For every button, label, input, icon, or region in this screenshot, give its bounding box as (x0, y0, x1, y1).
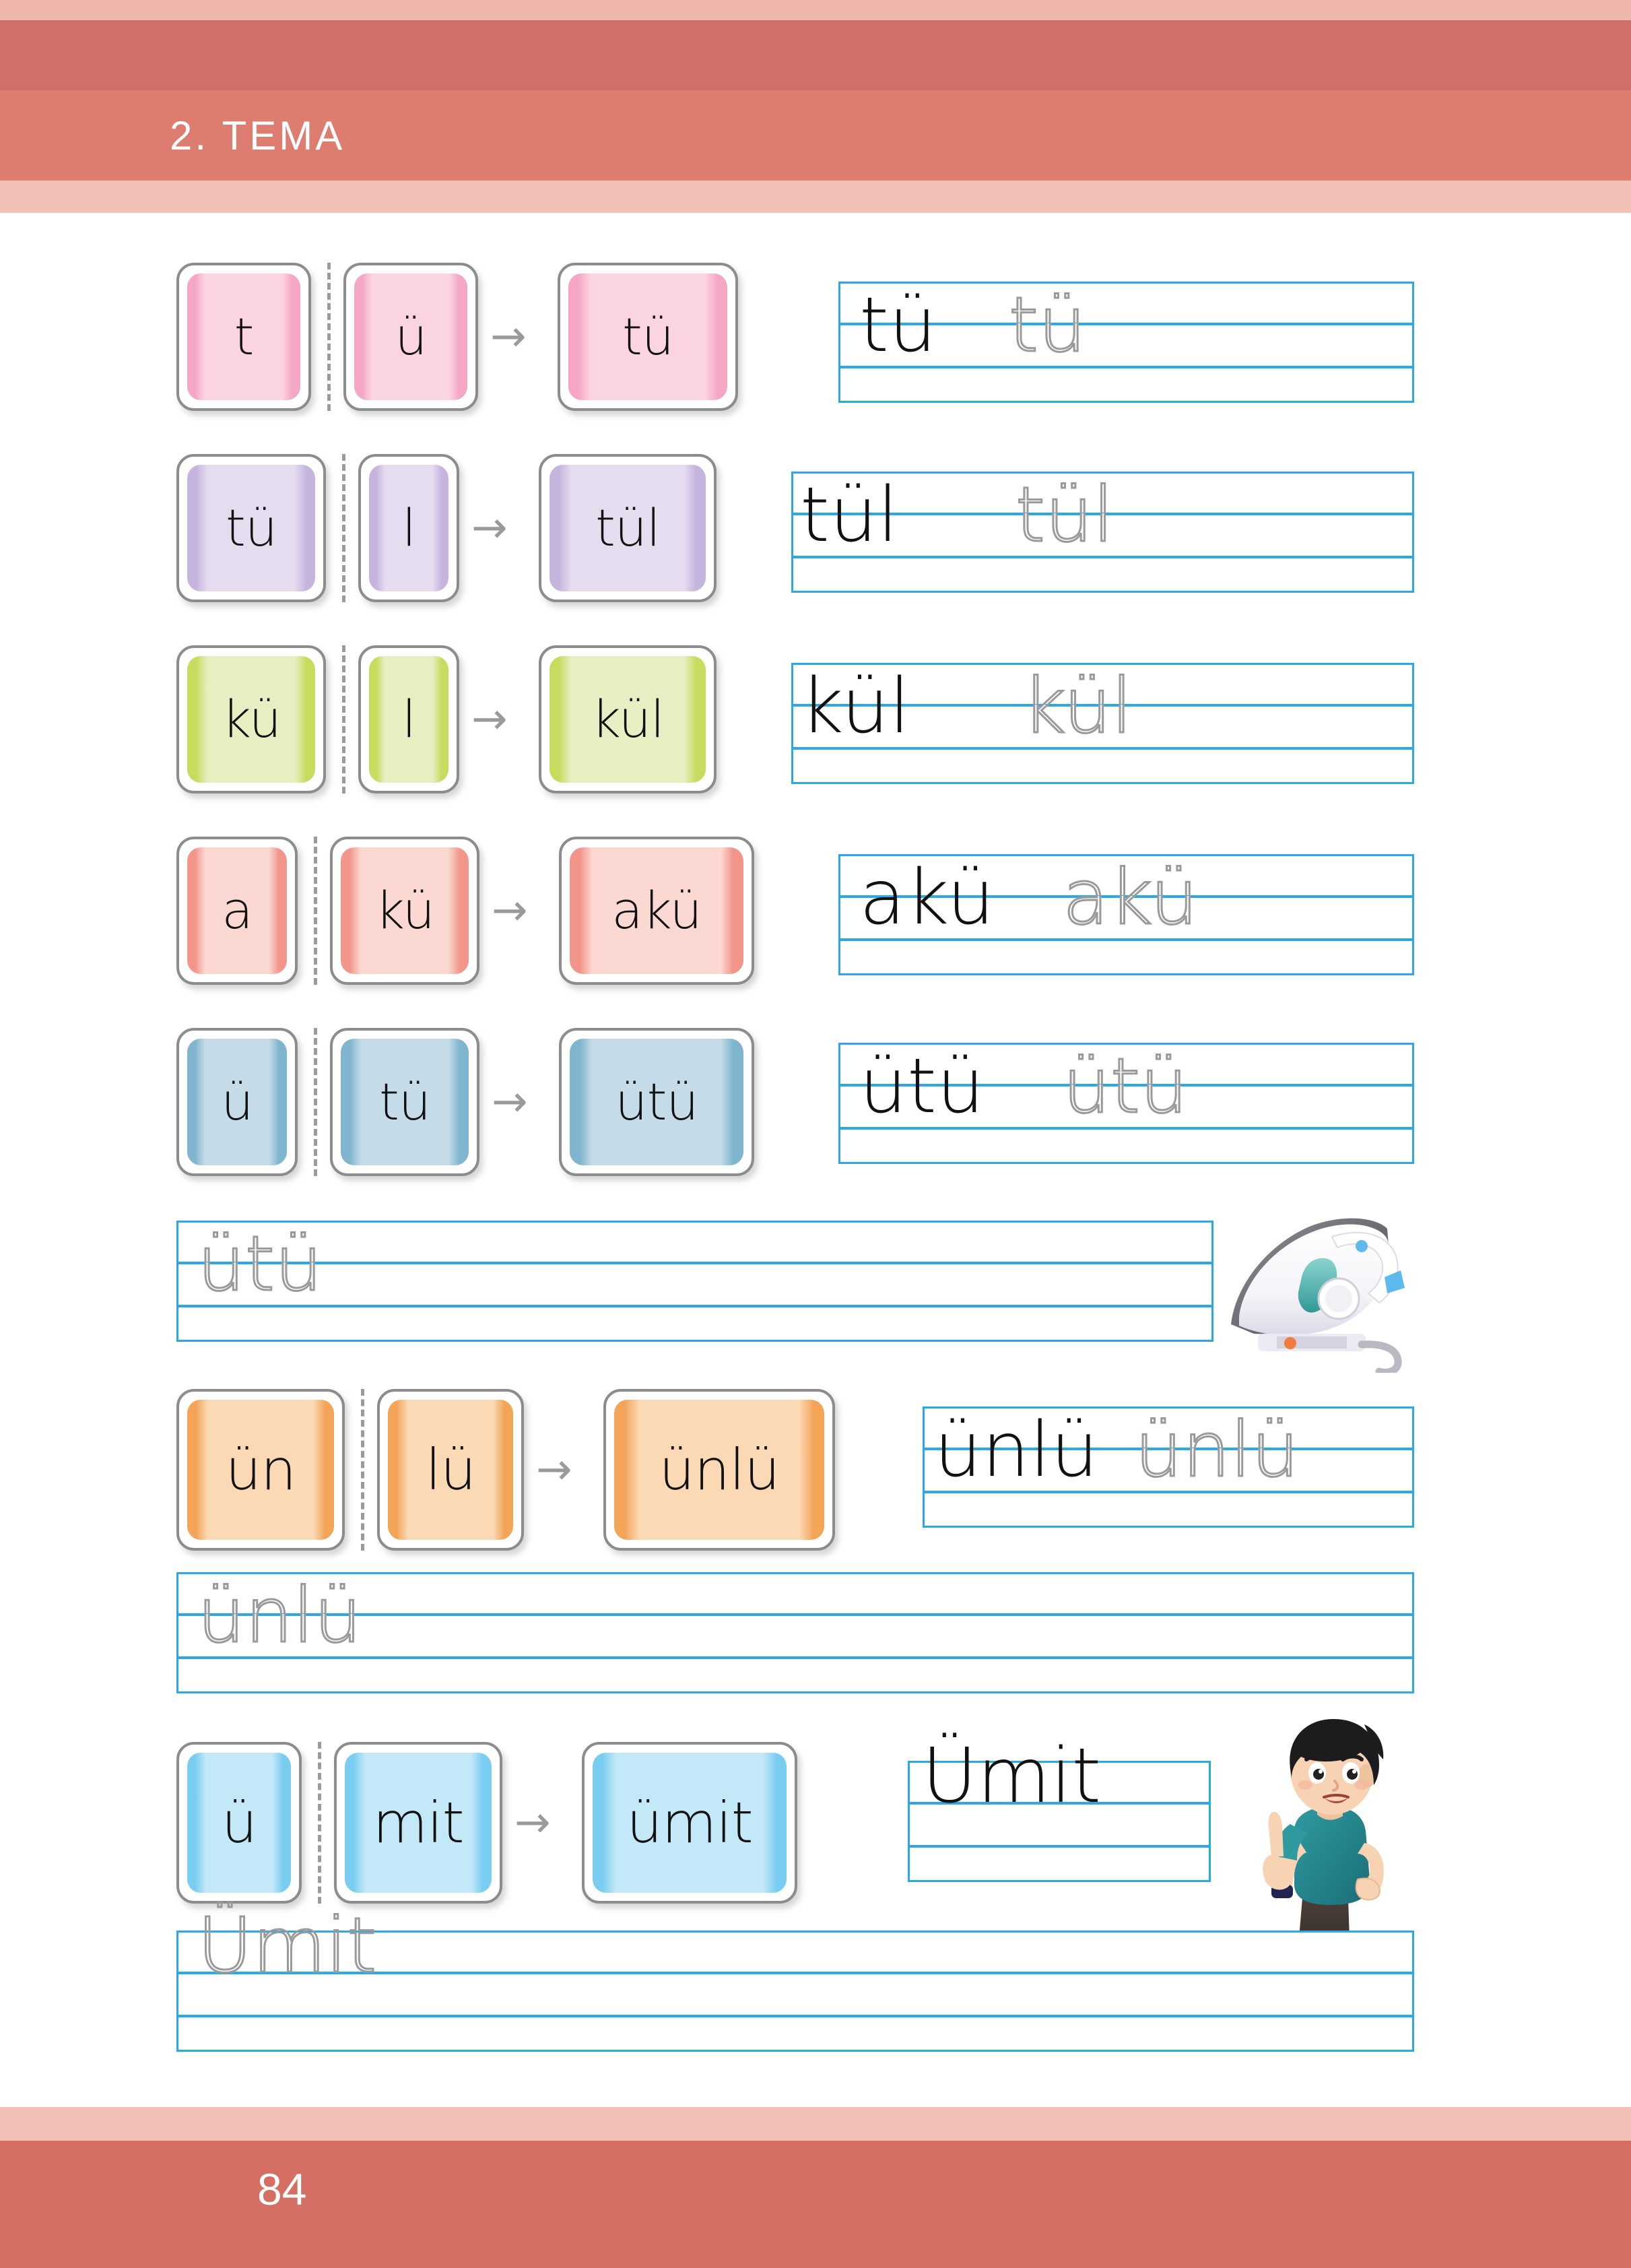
clothes-iron-icon (1219, 1184, 1414, 1376)
syllable-card-5a[interactable]: ü (176, 1028, 298, 1176)
syllable-text: t (234, 306, 255, 366)
syllable-card-4b[interactable]: kü (330, 837, 479, 985)
combine-arrow-icon: → (536, 1445, 572, 1495)
card-divider-2 (342, 454, 345, 602)
rule-line-mid-top (178, 1262, 1211, 1264)
result-text: akü (611, 880, 702, 940)
practice-trace-word: Ümit (196, 1902, 377, 1990)
combine-arrow-icon: → (514, 1798, 551, 1848)
practice-line-utu[interactable]: ütü (176, 1221, 1213, 1342)
theme-title: 2. TEMA (170, 112, 345, 158)
syllable-card-1b[interactable]: ü (343, 263, 478, 411)
writing-sample-word: ütü (859, 1043, 985, 1130)
syllable-card-4a[interactable]: a (176, 837, 298, 985)
practice-trace-word: ünlü (196, 1572, 362, 1660)
rule-line-mid-bottom (178, 2015, 1412, 2017)
syllable-card-3b[interactable]: l (358, 645, 459, 793)
card-divider-5 (314, 1028, 317, 1176)
writing-box-5[interactable]: ütü ütü (838, 1043, 1414, 1164)
writing-box-6[interactable]: ünlü ünlü (923, 1406, 1414, 1528)
syllable-text: tü (226, 498, 277, 558)
rule-line-mid-bottom (178, 1656, 1412, 1659)
syllable-card-6a[interactable]: ün (176, 1389, 345, 1551)
syllable-card-3a[interactable]: kü (176, 645, 326, 793)
footer-accent-strip (0, 2107, 1631, 2141)
writing-trace-word: akü (1061, 854, 1199, 942)
writing-sample-word: tül (800, 472, 899, 559)
result-text: ünlü (659, 1437, 780, 1503)
combine-arrow-icon: → (492, 1077, 528, 1127)
syllable-text: l (401, 498, 416, 558)
card-divider-1 (327, 263, 331, 411)
practice-line-umit[interactable]: Ümit (176, 1908, 1414, 2052)
syllable-card-2a[interactable]: tü (176, 454, 326, 602)
syllable-text: lü (425, 1437, 477, 1503)
syllable-text: ü (221, 1072, 253, 1132)
writing-trace-word: kül (1022, 663, 1134, 750)
combine-arrow-icon: → (471, 503, 508, 553)
result-card-7[interactable]: ümit (582, 1742, 797, 1904)
syllable-text: mit (372, 1790, 464, 1856)
writing-trace-word: tül (1014, 472, 1114, 559)
result-text: kül (591, 689, 665, 749)
writing-trace-word: tü (1008, 282, 1088, 369)
writing-box-7[interactable]: Ümit (908, 1739, 1211, 1882)
rule-line-mid-bottom (178, 1305, 1211, 1307)
syllable-text: kü (375, 880, 435, 940)
result-text: ümit (626, 1790, 753, 1856)
writing-sample-word: kül (800, 663, 910, 750)
card-divider-3 (342, 645, 345, 793)
result-card-4[interactable]: akü (559, 837, 754, 985)
result-text: tü (622, 306, 674, 366)
result-card-5[interactable]: ütü (559, 1028, 754, 1176)
writing-trace-word: ünlü (1133, 1406, 1300, 1494)
result-text: tül (595, 498, 661, 558)
syllable-card-7a[interactable]: ü (176, 1742, 302, 1904)
result-card-1[interactable]: tü (558, 263, 738, 411)
combine-arrow-icon: → (492, 886, 528, 936)
header-band-mid (0, 20, 1631, 90)
combine-arrow-icon: → (471, 694, 508, 744)
syllable-text: a (222, 880, 253, 940)
syllable-card-6b[interactable]: lü (377, 1389, 524, 1551)
header-band-light (0, 0, 1631, 20)
writing-sample-word: akü (859, 854, 995, 942)
syllable-card-5b[interactable]: tü (330, 1028, 479, 1176)
syllable-text: tü (379, 1072, 431, 1132)
practice-trace-word: ütü (197, 1221, 324, 1308)
result-card-2[interactable]: tül (539, 454, 717, 602)
rule-line-mid-top (178, 1613, 1412, 1616)
writing-box-4[interactable]: akü akü (838, 854, 1414, 975)
result-card-6[interactable]: ünlü (603, 1389, 835, 1551)
writing-sample-word: ünlü (934, 1406, 1099, 1494)
syllable-text: ü (221, 1790, 257, 1856)
writing-sample-word: tü (859, 282, 937, 369)
writing-trace-word: ütü (1062, 1043, 1189, 1130)
rule-line-mid-bottom (910, 1845, 1209, 1848)
result-card-3[interactable]: kül (539, 645, 717, 793)
writing-box-3[interactable]: kül kül (791, 663, 1414, 784)
syllable-text: ün (225, 1437, 296, 1503)
card-divider-6 (361, 1389, 364, 1551)
syllable-card-2b[interactable]: l (358, 454, 459, 602)
card-divider-7 (318, 1742, 321, 1904)
syllable-text: ü (395, 306, 427, 366)
writing-sample-word: Ümit (922, 1732, 1102, 1820)
combine-arrow-icon: → (490, 312, 527, 362)
writing-box-2[interactable]: tül tül (791, 472, 1414, 593)
result-text: ütü (615, 1072, 698, 1132)
syllable-card-7b[interactable]: mit (334, 1742, 502, 1904)
syllable-text: kü (222, 689, 281, 749)
syllable-text: l (401, 689, 416, 749)
practice-line-unlu[interactable]: ünlü (176, 1572, 1414, 1693)
syllable-card-1a[interactable]: t (176, 263, 311, 411)
writing-box-1[interactable]: tü tü (838, 282, 1414, 403)
header-accent-strip (0, 181, 1631, 213)
card-divider-4 (314, 837, 317, 985)
page-number: 84 (257, 2164, 307, 2214)
